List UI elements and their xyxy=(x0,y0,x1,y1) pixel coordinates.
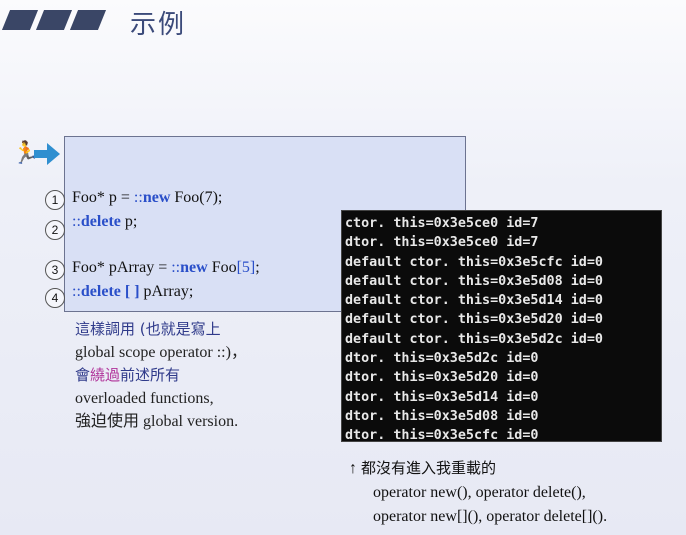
console-output: ctor. this=0x3e5ce0 id=7 dtor. this=0x3e… xyxy=(341,210,662,444)
console-line: default ctor. this=0x3e5d20 id=0 xyxy=(345,312,603,328)
console-line: ctor. this=0x3e5ce0 id=7 xyxy=(345,216,539,231)
desc-line-2: global scope operator ::)， xyxy=(75,344,247,361)
code-line-3: Foo* pArray = ::new Foo[5]; xyxy=(72,259,260,276)
desc-line-5: 強迫使用 global version. xyxy=(75,413,239,430)
console-line: dtor. this=0x3e5ce0 id=7 xyxy=(345,235,539,251)
console-line: dtor. this=0x3e5d14 id=0 xyxy=(345,389,539,405)
deco-bar-3 xyxy=(69,10,107,30)
line-number-1: 1 xyxy=(45,190,65,210)
code-line-4: ::delete [ ] pArray; xyxy=(72,283,194,300)
console-line: dtor. this=0x3e5d2c id=0 xyxy=(345,351,539,367)
deco-bar-1 xyxy=(1,10,39,30)
title-decoration xyxy=(1,10,107,30)
code-line-1: Foo* p = ::new Foo(7); xyxy=(72,189,223,206)
desc-line-3: 會繞過前述所有 xyxy=(75,366,181,384)
note-line-1: ↑ 都沒有進入我重載的 xyxy=(349,459,497,477)
console-line: default ctor. this=0x3e5d2c id=0 xyxy=(345,331,603,347)
up-arrow-icon: ↑ xyxy=(349,460,357,477)
desc-line-4: overloaded functions, xyxy=(75,390,214,407)
description: 這樣調用 (也就是寫上 global scope operator ::)， 會… xyxy=(75,318,247,433)
note-line-3: operator new[](), operator delete[](). xyxy=(373,508,608,525)
deco-bar-2 xyxy=(35,10,73,30)
slide-title: 示例 xyxy=(130,10,187,40)
line-number-2: 2 xyxy=(45,220,65,240)
line-number-4: 4 xyxy=(45,288,65,308)
console-line: dtor. this=0x3e5d08 id=0 xyxy=(345,408,539,424)
line-number-3: 3 xyxy=(45,260,65,280)
console-line: default ctor. this=0x3e5d14 id=0 xyxy=(345,293,603,309)
console-line: default ctor. this=0x3e5cfc id=0 xyxy=(345,254,603,270)
note: ↑ 都沒有進入我重載的 operator new(), operator del… xyxy=(349,456,607,529)
code-line-2: ::delete p; xyxy=(72,213,138,230)
console-line: default ctor. this=0x3e5d08 id=0 xyxy=(345,273,603,289)
note-line-2: operator new(), operator delete(), xyxy=(373,484,586,501)
console-line: dtor. this=0x3e5d20 id=0 xyxy=(345,370,539,386)
desc-line-1: 這樣調用 (也就是寫上 xyxy=(75,320,221,338)
console-line: dtor. this=0x3e5cfc id=0 xyxy=(345,428,539,444)
right-arrow-icon xyxy=(34,143,60,165)
